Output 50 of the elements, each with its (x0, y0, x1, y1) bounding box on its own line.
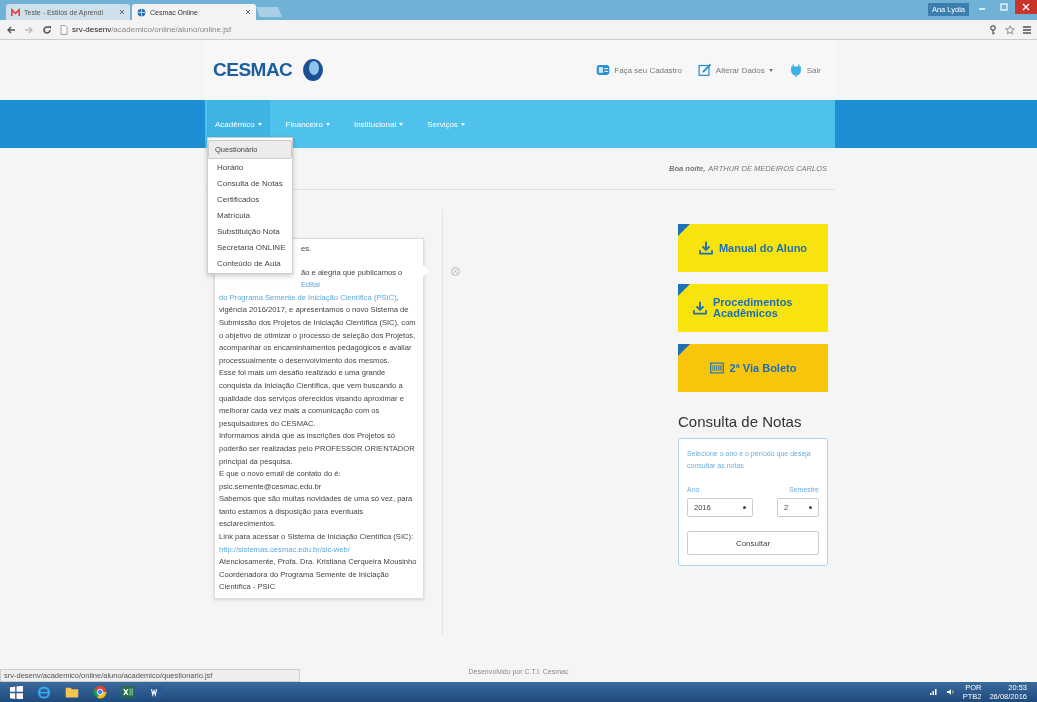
id-card-icon (596, 63, 611, 77)
download-icon (693, 301, 707, 315)
consult-button[interactable]: Consultar (687, 531, 819, 555)
menu-item[interactable]: Conteúdo de Aula (208, 255, 292, 271)
quick-link-button[interactable]: Manual do Aluno (678, 224, 828, 272)
globe-icon (137, 7, 146, 17)
logo-text[interactable]: CESMAC (213, 59, 293, 81)
header-link[interactable]: Sair (788, 63, 821, 77)
close-icon (1022, 3, 1030, 11)
close-button[interactable] (1015, 0, 1037, 14)
plug-icon (788, 63, 803, 77)
back-icon[interactable] (6, 24, 16, 35)
address-field[interactable]: srv-desenv/academico/online/aluno/online.jsf (72, 25, 232, 34)
caret-icon (460, 122, 465, 126)
start-icon[interactable] (10, 685, 23, 699)
quick-link-button[interactable]: Procedimentos Acadêmicos (678, 284, 828, 332)
pencil-icon (697, 63, 712, 77)
header-link[interactable]: Alterar Dados (697, 63, 773, 77)
maximize-icon (1000, 3, 1008, 11)
menu-item[interactable]: Substituição Nota (208, 223, 292, 239)
network-icon[interactable] (928, 688, 938, 696)
reload-icon[interactable] (42, 24, 52, 35)
star-icon[interactable] (1005, 24, 1015, 35)
section-heading: Consulta de Notas (678, 413, 803, 430)
caret-icon (325, 122, 330, 126)
round-app-icon (93, 685, 107, 699)
menu-item[interactable]: Horário (208, 159, 292, 175)
speaker-icon[interactable] (945, 688, 955, 696)
menu-item[interactable]: Certificados (208, 191, 292, 207)
download-icon (698, 241, 713, 255)
menu-item[interactable]: Consulta de Notas (208, 175, 292, 191)
barcode-icon (709, 361, 724, 375)
mail-icon (11, 7, 20, 17)
close-icon[interactable] (245, 9, 251, 15)
emblem-icon (302, 58, 325, 82)
caret-icon (768, 68, 773, 72)
key-icon[interactable] (989, 24, 997, 35)
folder-icon (65, 685, 79, 699)
close-icon[interactable] (119, 9, 125, 15)
page-icon (60, 24, 68, 35)
caret-icon (257, 122, 262, 126)
menu-item[interactable]: Secretaria ONLINE (208, 239, 292, 255)
browser-icon (37, 685, 51, 699)
caret-icon (399, 122, 404, 126)
header-link[interactable]: Faça seu Cadastro (596, 63, 682, 77)
document-icon (149, 685, 163, 699)
quick-link-button[interactable]: 2ª Via Boleto (678, 344, 828, 392)
menu-icon[interactable] (1023, 24, 1031, 35)
menu-item[interactable]: Matrícula (208, 207, 292, 223)
spreadsheet-icon (121, 685, 135, 699)
